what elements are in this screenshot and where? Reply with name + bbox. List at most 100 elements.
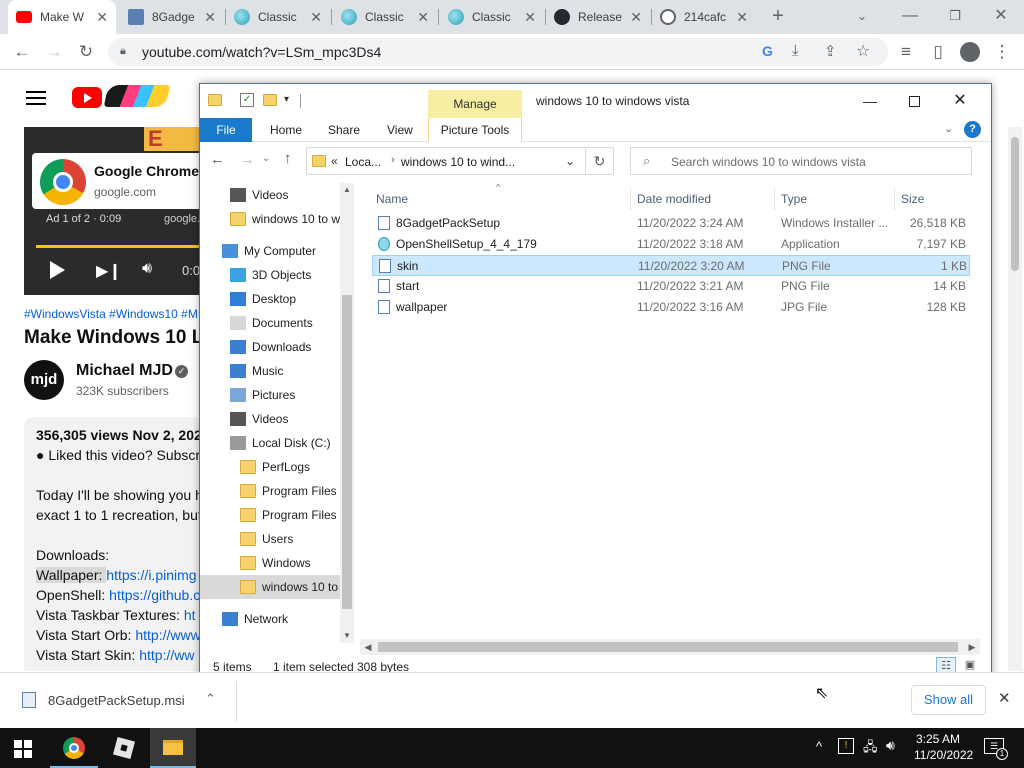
show-hidden-icons-icon[interactable]: ^ <box>816 739 822 754</box>
channel-name[interactable]: Michael MJD <box>76 362 173 380</box>
breadcrumb-local-disk[interactable]: Loca... <box>345 155 381 169</box>
file-row-skin[interactable]: skin 11/20/2022 3:20 AM PNG File 1 KB <box>372 255 970 276</box>
column-header-type[interactable]: Type <box>781 192 807 206</box>
explorer-maximize-button[interactable] <box>900 88 928 114</box>
tab-8gadget[interactable]: 8Gadge ✕ <box>120 0 224 34</box>
column-divider[interactable] <box>894 188 895 210</box>
tab-214cafc[interactable]: 214cafc ✕ <box>652 0 756 34</box>
explorer-forward-icon[interactable]: → <box>240 151 255 168</box>
ribbon-expand-icon[interactable]: ⌄ <box>944 122 953 135</box>
column-header-size[interactable]: Size <box>901 192 924 206</box>
hashtags[interactable]: #WindowsVista #Windows10 #M <box>24 307 198 321</box>
tab-youtube[interactable]: Make W ✕ <box>8 0 116 34</box>
taskbar-roblox[interactable] <box>100 728 148 768</box>
nav-item-3d-objects[interactable]: 3D Objects <box>200 263 340 287</box>
explorer-back-icon[interactable]: ← <box>210 151 225 168</box>
nav-item-perflogs[interactable]: PerfLogs <box>200 455 340 479</box>
link-url[interactable]: ht <box>184 607 196 623</box>
bookmark-star-icon[interactable]: ☆ <box>856 41 870 61</box>
ad-link[interactable]: google.c <box>164 213 200 225</box>
back-button[interactable]: ← <box>10 40 34 64</box>
breadcrumb-overflow[interactable]: « <box>331 154 338 168</box>
youtube-logo-icon[interactable] <box>72 87 102 108</box>
new-tab-button[interactable]: + <box>766 4 790 28</box>
link-url[interactable]: http://www <box>135 627 200 643</box>
nav-item-windows-10-to-w[interactable]: windows 10 to w <box>200 207 340 231</box>
quick-access-dropdown-icon[interactable]: ▾ <box>284 94 289 105</box>
tray-clock[interactable]: 3:25 AM 11/20/2022 <box>914 732 973 762</box>
ribbon-tab-share[interactable]: Share <box>328 118 360 142</box>
file-row-8gadgetpacksetup[interactable]: 8GadgetPackSetup 11/20/2022 3:24 AM Window… <box>372 213 970 234</box>
nav-item-documents[interactable]: Documents <box>200 311 340 335</box>
nav-item-music[interactable]: Music <box>200 359 340 383</box>
recent-locations-icon[interactable]: ⌄ <box>262 153 270 164</box>
restore-button[interactable]: ❐ <box>935 4 975 28</box>
help-icon[interactable]: ? <box>964 121 981 138</box>
close-download-bar-icon[interactable]: ✕ <box>998 689 1011 707</box>
channel-avatar[interactable]: mjd <box>24 360 64 400</box>
nav-item-windows-10-to[interactable]: windows 10 to <box>200 575 340 599</box>
breadcrumb-separator-icon[interactable]: › <box>391 154 395 166</box>
hamburger-menu-icon[interactable] <box>26 91 46 105</box>
download-menu-chevron-icon[interactable]: ⌃ <box>205 691 216 707</box>
profile-avatar-icon[interactable] <box>960 42 980 62</box>
nav-pane-scrollbar-thumb[interactable] <box>342 295 352 609</box>
ribbon-tab-file[interactable]: File <box>200 118 252 142</box>
windows-start-icon[interactable] <box>14 740 32 758</box>
close-tab-icon[interactable]: ✕ <box>204 9 216 26</box>
volume-tray-icon[interactable]: 🔊︎ <box>886 737 895 754</box>
volume-icon[interactable]: 🔊︎ <box>142 260 152 278</box>
minimize-button[interactable]: — <box>890 4 930 28</box>
install-icon[interactable]: ⤓ <box>792 42 799 59</box>
nav-item-desktop[interactable]: Desktop <box>200 287 340 311</box>
chrome-menu-icon[interactable]: ⋮ <box>990 40 1014 64</box>
ad-progress-bar[interactable] <box>36 245 200 248</box>
omnibox[interactable]: 🔒︎ youtube.com/watch?v=LSm_mpc3Ds4 G ⤓ ⇪… <box>108 38 888 66</box>
horizontal-scrollbar-thumb[interactable] <box>378 642 958 652</box>
share-icon[interactable]: ⇪ <box>824 42 837 60</box>
side-panel-icon[interactable]: ▯ <box>926 40 950 64</box>
properties-icon[interactable]: ✓ <box>240 93 254 107</box>
nav-item-program-files[interactable]: Program Files <box>200 479 340 503</box>
breadcrumb-current-folder[interactable]: windows 10 to wind... <box>401 155 515 169</box>
column-divider[interactable] <box>774 188 775 210</box>
nav-item-videos[interactable]: Videos <box>200 183 340 207</box>
ribbon-tab-view[interactable]: View <box>387 118 413 142</box>
column-header-name[interactable]: Name <box>376 192 408 206</box>
file-list-horizontal-scrollbar[interactable]: ◀ ▶ <box>360 639 980 655</box>
explorer-title-bar[interactable]: ✓ ▾ Manage windows 10 to windows vista —… <box>200 84 991 118</box>
tab-github[interactable]: Release ✕ <box>546 0 650 34</box>
media-controls-icon[interactable]: ≡ <box>894 40 918 64</box>
tab-classic-2[interactable]: Classic ✕ <box>333 0 437 34</box>
address-dropdown-icon[interactable]: ⌄ <box>565 154 575 168</box>
video-player[interactable]: E Google Chrome google.com Ad 1 of 2 · 0… <box>24 127 200 295</box>
close-tab-icon[interactable]: ✕ <box>736 9 748 26</box>
refresh-button[interactable]: ↻ <box>586 147 614 175</box>
link-url[interactable]: https://i.pinimg <box>106 567 196 583</box>
download-filename[interactable]: 8GadgetPackSetup.msi <box>48 693 185 708</box>
nav-item-pictures[interactable]: Pictures <box>200 383 340 407</box>
url-text[interactable]: youtube.com/watch?v=LSm_mpc3Ds4 <box>142 38 381 66</box>
close-tab-icon[interactable]: ✕ <box>417 9 429 26</box>
play-icon[interactable] <box>50 261 65 279</box>
nav-item-videos[interactable]: Videos <box>200 407 340 431</box>
nav-item-network[interactable]: Network <box>200 607 340 631</box>
nav-item-users[interactable]: Users <box>200 527 340 551</box>
google-lens-icon[interactable]: G <box>762 43 773 59</box>
file-row-wallpaper[interactable]: wallpaper 11/20/2022 3:16 AM JPG File 128 K… <box>372 297 970 318</box>
forward-button[interactable]: → <box>42 40 66 64</box>
column-header-date[interactable]: Date modified <box>637 192 711 206</box>
new-folder-icon[interactable] <box>263 94 277 106</box>
security-tray-icon[interactable]: ! <box>838 738 854 754</box>
network-tray-icon[interactable]: 🖧︎ <box>863 738 878 760</box>
nav-item-local-disk-c[interactable]: Local Disk (C:) <box>200 431 340 455</box>
nav-item-my-computer[interactable]: My Computer <box>200 239 340 263</box>
nav-item-program-files[interactable]: Program Files ( <box>200 503 340 527</box>
taskbar-file-explorer[interactable] <box>150 728 196 768</box>
up-one-level-icon[interactable]: ↑ <box>284 150 292 167</box>
nav-pane-scrollbar[interactable]: ▲ ▼ <box>340 183 354 643</box>
tab-classic-3[interactable]: Classic ✕ <box>440 0 544 34</box>
column-divider[interactable] <box>630 188 631 210</box>
link-url[interactable]: https://github.c <box>109 587 200 603</box>
file-row-openshellsetup-4-4-179[interactable]: OpenShellSetup_4_4_179 11/20/2022 3:18 AM… <box>372 234 970 255</box>
